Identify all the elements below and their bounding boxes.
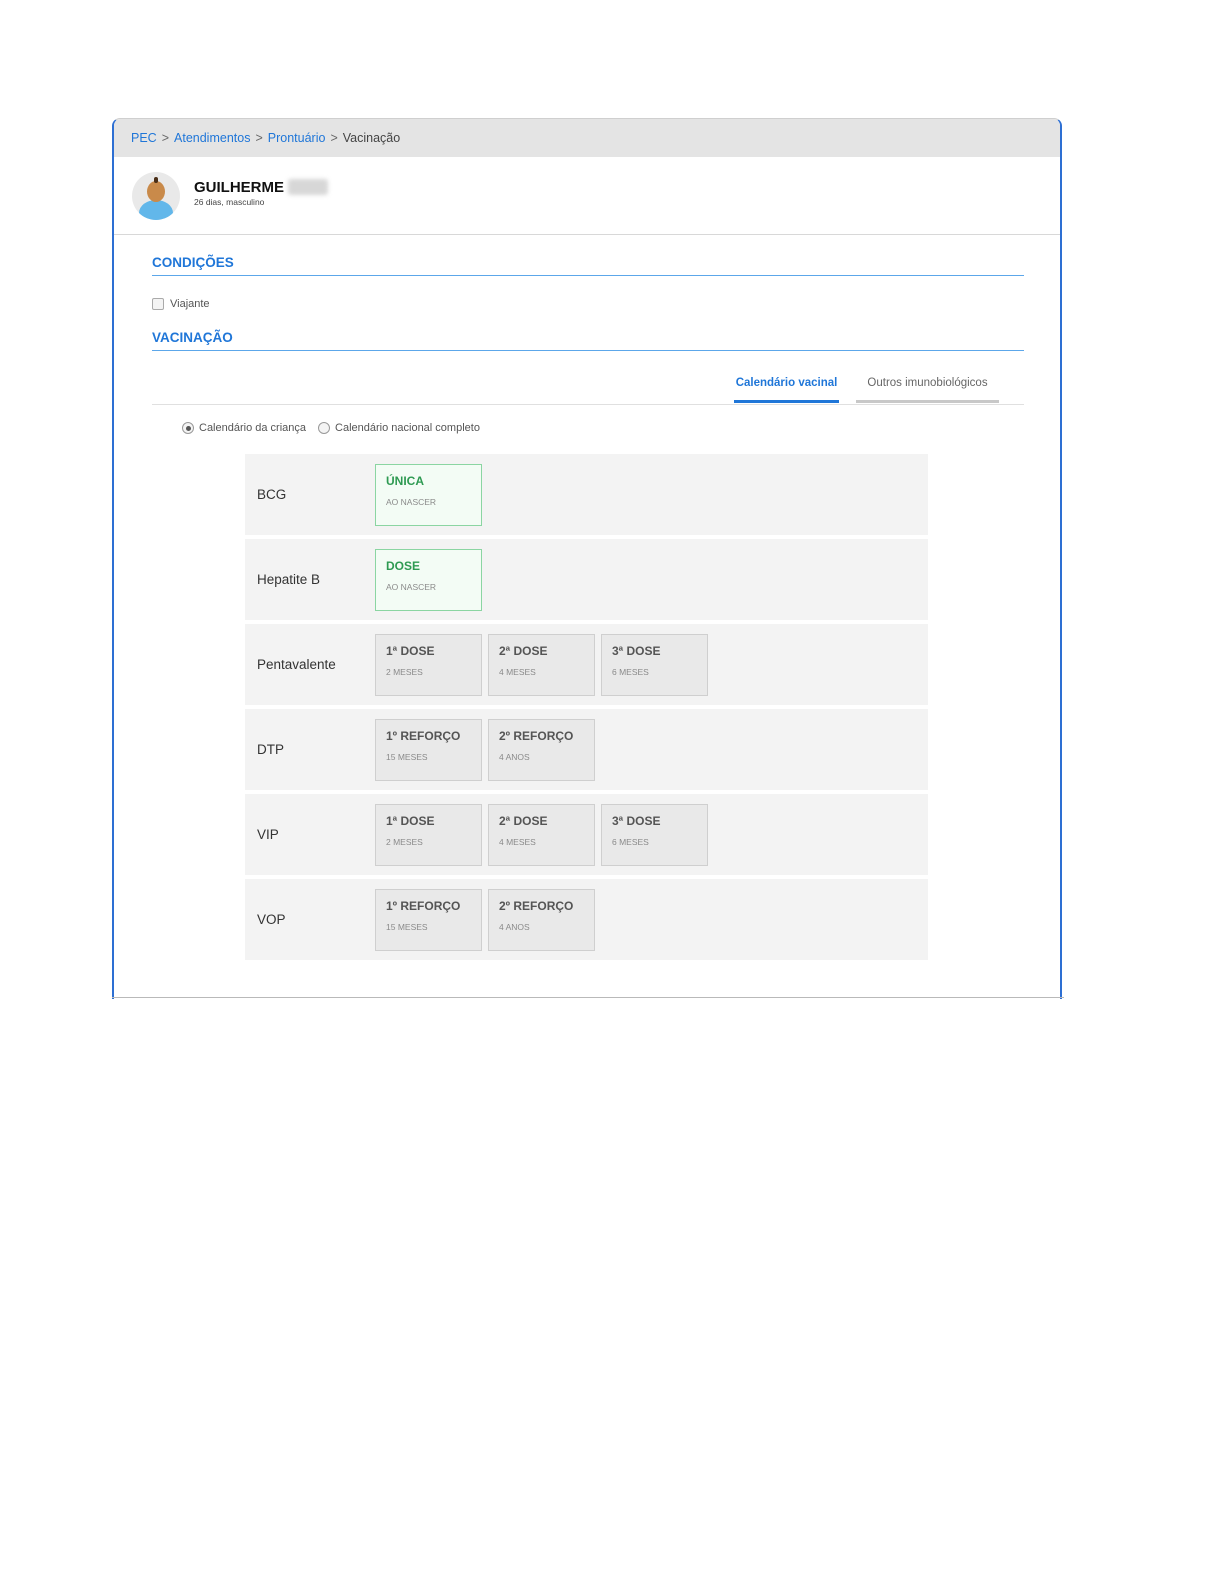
patient-details: 26 dias, masculino xyxy=(194,196,265,207)
breadcrumb-separator: > xyxy=(161,131,170,145)
dose-age: 2 MESES xyxy=(386,666,423,677)
dose-age: 4 ANOS xyxy=(499,921,530,932)
dose-card[interactable]: DOSE AO NASCER xyxy=(375,548,482,611)
dose-list: 1º REFORÇO 15 MESES 2º REFORÇO 4 ANOS xyxy=(375,718,601,781)
dose-label: 1ª DOSE xyxy=(386,643,435,658)
dose-label: 1º REFORÇO xyxy=(386,728,461,743)
tab-outros-imunobiologicos[interactable]: Outros imunobiológicos xyxy=(856,377,999,403)
radio-label: Calendário nacional completo xyxy=(335,422,480,434)
dose-card[interactable]: ÚNICA AO NASCER xyxy=(375,463,482,526)
dose-age: AO NASCER xyxy=(386,496,437,507)
dose-card[interactable]: 1ª DOSE 2 MESES xyxy=(375,803,482,866)
vaccine-row: Hepatite B DOSE AO NASCER xyxy=(245,539,928,620)
breadcrumb-current: Vacinação xyxy=(342,131,401,145)
dose-list: 1º REFORÇO 15 MESES 2º REFORÇO 4 ANOS xyxy=(375,888,601,951)
dose-label: 1º REFORÇO xyxy=(386,898,461,913)
conditions-title: CONDIÇÕES xyxy=(152,255,1024,276)
radio-button-checked[interactable] xyxy=(182,422,194,434)
dose-age: 4 ANOS xyxy=(499,751,530,762)
vaccine-name: VOP xyxy=(257,912,286,927)
dose-card[interactable]: 1º REFORÇO 15 MESES xyxy=(375,888,482,951)
dose-list: ÚNICA AO NASCER xyxy=(375,463,488,526)
traveler-option[interactable]: Viajante xyxy=(152,298,1024,310)
vaccine-name: BCG xyxy=(257,487,287,502)
dose-age: 15 MESES xyxy=(386,751,428,762)
radio-label: Calendário da criança xyxy=(199,422,307,434)
dose-label: ÚNICA xyxy=(386,473,424,488)
dose-card[interactable]: 2º REFORÇO 4 ANOS xyxy=(488,718,595,781)
dose-age: 4 MESES xyxy=(499,666,536,677)
app-window: PEC > Atendimentos > Prontuário > Vacina… xyxy=(112,118,1062,999)
vaccine-row: Pentavalente 1ª DOSE 2 MESES 2ª DOSE 4 MESES… xyxy=(245,624,928,705)
dose-age: AO NASCER xyxy=(386,581,437,592)
calendar-type-options: Calendário da criança Calendário naciona… xyxy=(182,422,1024,434)
patient-header: GUILHERME 26 dias, masculino xyxy=(114,157,1060,235)
dose-label: 3ª DOSE xyxy=(612,813,661,828)
vaccine-row: BCG ÚNICA AO NASCER xyxy=(245,454,928,535)
dose-age: 4 MESES xyxy=(499,836,536,847)
vaccine-name: VIP xyxy=(257,827,279,842)
vaccine-row: VOP 1º REFORÇO 15 MESES 2º REFORÇO 4 ANOS xyxy=(245,879,928,960)
vaccination-title: VACINAÇÃO xyxy=(152,330,1024,351)
dose-card[interactable]: 3ª DOSE 6 MESES xyxy=(601,803,708,866)
breadcrumb-link-atendimentos[interactable]: Atendimentos xyxy=(174,131,250,145)
dose-age: 6 MESES xyxy=(612,836,649,847)
main-content: CONDIÇÕES Viajante VACINAÇÃO Calendário … xyxy=(114,255,1060,960)
patient-name: GUILHERME xyxy=(194,178,284,196)
dose-card[interactable]: 2ª DOSE 4 MESES xyxy=(488,803,595,866)
radio-calendario-nacional[interactable]: Calendário nacional completo xyxy=(318,422,480,434)
dose-label: 1ª DOSE xyxy=(386,813,435,828)
avatar xyxy=(132,171,180,220)
breadcrumb: PEC > Atendimentos > Prontuário > Vacina… xyxy=(114,119,1060,157)
dose-age: 15 MESES xyxy=(386,921,428,932)
divider xyxy=(112,997,1064,998)
dose-age: 6 MESES xyxy=(612,666,649,677)
radio-button[interactable] xyxy=(318,422,331,434)
dose-list: 1ª DOSE 2 MESES 2ª DOSE 4 MESES 3ª DOSE 6 MES… xyxy=(375,803,714,866)
traveler-checkbox[interactable] xyxy=(152,298,164,310)
vaccine-calendar: BCG ÚNICA AO NASCER Hepatite B DOSE AO NASCER… xyxy=(245,454,928,960)
dose-age: 2 MESES xyxy=(386,836,423,847)
breadcrumb-separator: > xyxy=(330,131,338,145)
vaccine-name: Pentavalente xyxy=(257,657,336,672)
vaccine-name: Hepatite B xyxy=(257,572,321,587)
redacted-surname xyxy=(288,179,328,195)
dose-list: DOSE AO NASCER xyxy=(375,548,488,611)
vaccine-name: DTP xyxy=(257,742,284,757)
breadcrumb-link-prontuario[interactable]: Prontuário xyxy=(268,131,326,145)
dose-card[interactable]: 2ª DOSE 4 MESES xyxy=(488,633,595,696)
tab-calendario-vacinal[interactable]: Calendário vacinal xyxy=(734,377,839,403)
breadcrumb-separator: > xyxy=(255,131,263,145)
traveler-label: Viajante xyxy=(170,298,210,310)
dose-label: DOSE xyxy=(386,558,421,573)
dose-list: 1ª DOSE 2 MESES 2ª DOSE 4 MESES 3ª DOSE 6 MES… xyxy=(375,633,714,696)
vaccine-row: DTP 1º REFORÇO 15 MESES 2º REFORÇO 4 ANOS xyxy=(245,709,928,790)
dose-card[interactable]: 3ª DOSE 6 MESES xyxy=(601,633,708,696)
dose-card[interactable]: 2º REFORÇO 4 ANOS xyxy=(488,888,595,951)
dose-card[interactable]: 1ª DOSE 2 MESES xyxy=(375,633,482,696)
dose-label: 2º REFORÇO xyxy=(499,728,574,743)
radio-calendario-crianca[interactable]: Calendário da criança xyxy=(182,422,306,434)
dose-label: 2ª DOSE xyxy=(499,643,548,658)
patient-name-row: GUILHERME xyxy=(194,179,328,196)
patient-info: GUILHERME 26 dias, masculino xyxy=(194,179,328,207)
dose-label: 3ª DOSE xyxy=(612,643,661,658)
dose-card[interactable]: 1º REFORÇO 15 MESES xyxy=(375,718,482,781)
dose-label: 2º REFORÇO xyxy=(499,898,574,913)
vaccination-tabs: Calendário vacinal Outros imunobiológico… xyxy=(152,351,1024,405)
breadcrumb-link-pec[interactable]: PEC xyxy=(131,131,157,145)
vaccine-row: VIP 1ª DOSE 2 MESES 2ª DOSE 4 MESES 3ª DOSE 6 … xyxy=(245,794,928,875)
dose-label: 2ª DOSE xyxy=(499,813,548,828)
